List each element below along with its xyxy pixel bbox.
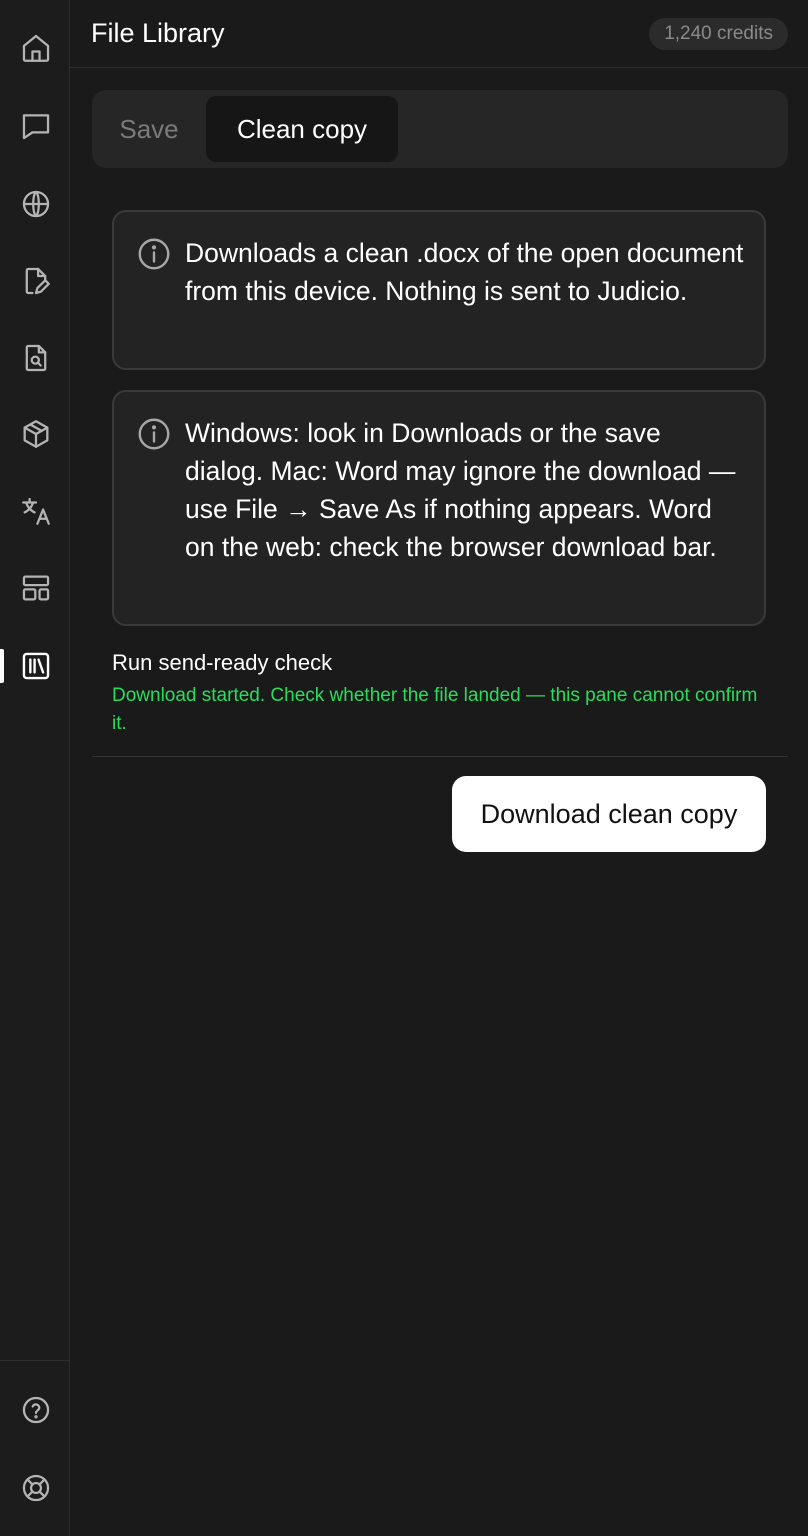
tab-clean-copy[interactable]: Clean copy: [206, 96, 398, 162]
credits-badge: 1,240 credits: [649, 18, 788, 50]
help-icon[interactable]: [17, 1391, 55, 1429]
info-text: Windows: look in Downloads or the save d…: [185, 418, 736, 562]
info-box-privacy: Downloads a clean .docx of the open docu…: [112, 210, 766, 370]
app: File Library 1,240 credits Save Clean co…: [0, 0, 808, 1536]
send-ready-check-label: Run send-ready check: [112, 650, 333, 675]
page-title: File Library: [91, 18, 225, 48]
status-message: Download started. Check whether the file…: [112, 685, 758, 734]
translate-icon[interactable]: [17, 492, 55, 530]
info-text: Downloads a clean .docx of the open docu…: [185, 238, 744, 306]
header: File Library 1,240 credits: [70, 0, 808, 68]
edit-document-icon[interactable]: [17, 262, 55, 300]
library-icon[interactable]: [17, 647, 55, 685]
section-divider: [92, 756, 788, 757]
globe-icon[interactable]: [17, 185, 55, 223]
active-indicator: [0, 649, 4, 683]
support-icon[interactable]: [17, 1469, 55, 1507]
info-icon: [136, 236, 172, 272]
chat-icon[interactable]: [17, 107, 55, 145]
tab-save[interactable]: Save: [106, 96, 192, 162]
download-clean-copy-button[interactable]: Download clean copy: [452, 776, 766, 852]
info-box-download-location: Windows: look in Downloads or the save d…: [112, 390, 766, 626]
search-document-icon[interactable]: [17, 339, 55, 377]
tab-bar: Save Clean copy: [92, 90, 788, 168]
package-icon[interactable]: [17, 415, 55, 453]
info-icon: [136, 416, 172, 452]
sidebar: [0, 0, 70, 1536]
layout-icon[interactable]: [17, 569, 55, 607]
home-icon[interactable]: [17, 29, 55, 67]
sidebar-divider: [0, 1360, 69, 1361]
